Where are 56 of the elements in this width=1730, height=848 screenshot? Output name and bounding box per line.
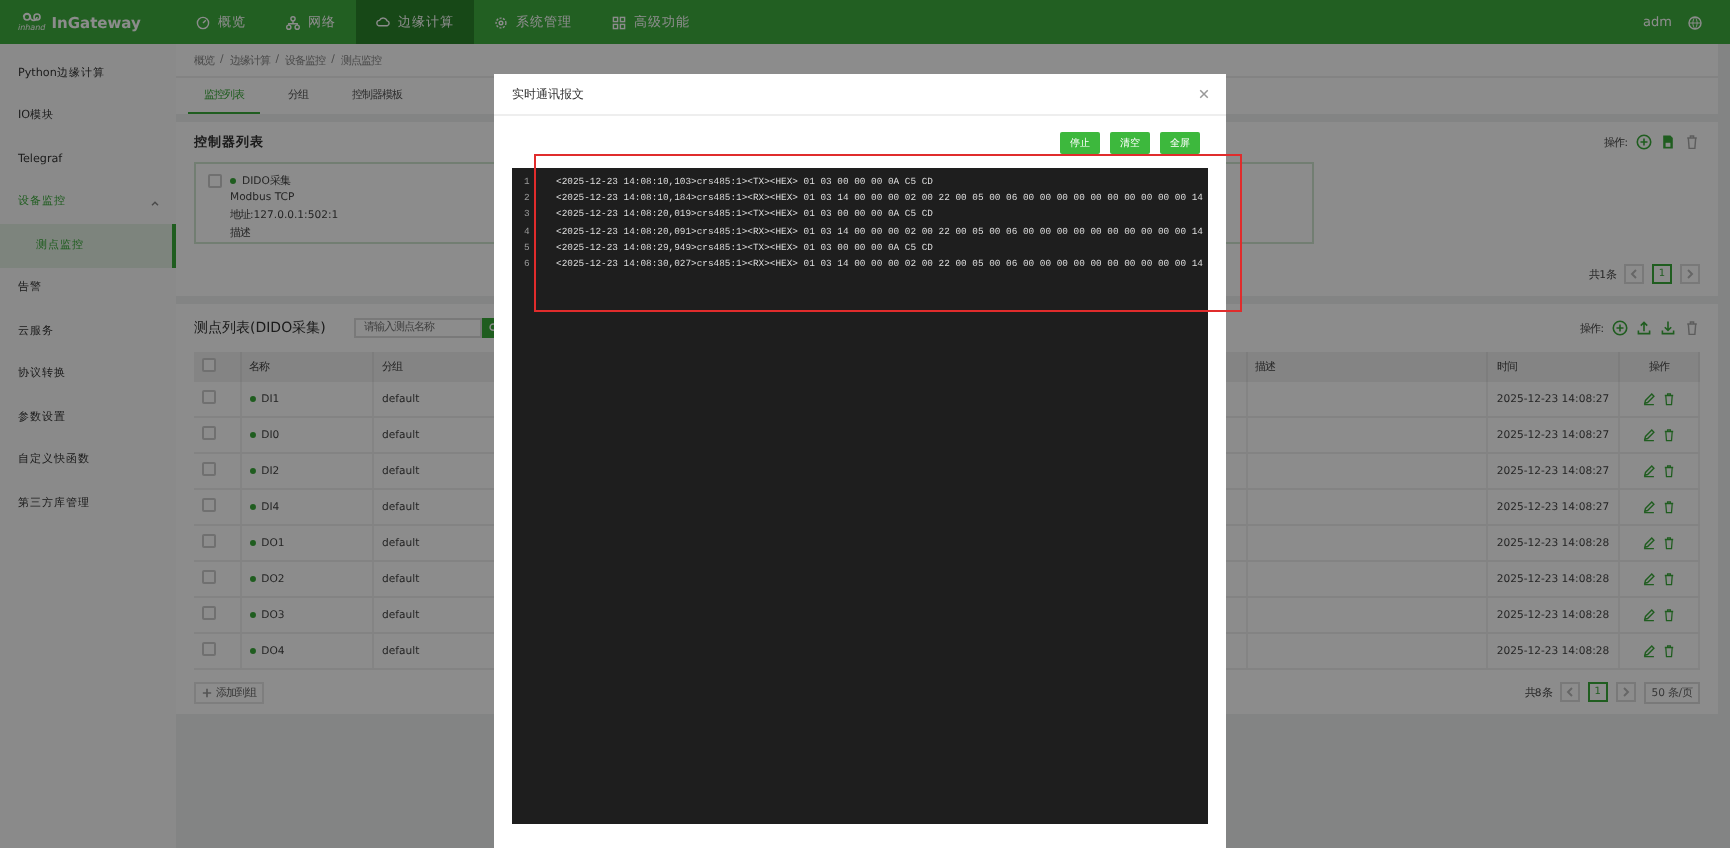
checkbox[interactable] (202, 570, 216, 584)
checkbox[interactable] (202, 606, 216, 620)
checkbox[interactable] (202, 358, 216, 372)
close-icon[interactable] (1198, 88, 1210, 100)
checkbox[interactable] (202, 534, 216, 548)
next-page-button[interactable] (1615, 682, 1636, 702)
edit-icon[interactable] (1641, 464, 1656, 478)
logo-icon (21, 12, 42, 22)
status-dot (249, 467, 256, 473)
status-dot (230, 178, 236, 184)
checkbox[interactable] (202, 462, 216, 476)
edit-icon[interactable] (1641, 428, 1656, 442)
previous-page-button[interactable] (1624, 264, 1644, 284)
add-icon[interactable] (1636, 134, 1652, 150)
grid-icon (612, 15, 626, 29)
status-dot (249, 647, 256, 653)
upload-icon[interactable] (1636, 320, 1652, 336)
delete-icon[interactable] (1661, 392, 1676, 406)
status-dot (249, 575, 256, 581)
delete-icon[interactable] (1684, 320, 1700, 336)
edit-icon[interactable] (1641, 500, 1656, 514)
checkbox[interactable] (202, 426, 216, 440)
status-dot (249, 395, 256, 401)
plus-icon (202, 687, 212, 697)
add-icon[interactable] (1612, 320, 1628, 336)
settings-icon (494, 15, 508, 29)
delete-icon[interactable] (1661, 500, 1676, 514)
edit-icon[interactable] (1641, 392, 1656, 406)
chevron-up-icon (150, 199, 160, 206)
checkbox[interactable] (202, 390, 216, 404)
status-dot (249, 431, 256, 437)
status-dot (249, 611, 256, 617)
delete-icon[interactable] (1661, 608, 1676, 622)
checkbox[interactable] (202, 498, 216, 512)
gauge-icon (196, 15, 210, 29)
previous-page-button[interactable] (1559, 682, 1580, 702)
cloud-icon (376, 15, 390, 29)
checkbox[interactable] (208, 174, 222, 188)
status-dot (249, 539, 256, 545)
edit-icon[interactable] (1641, 536, 1656, 550)
checkbox[interactable] (202, 642, 216, 656)
download-icon[interactable] (1660, 320, 1676, 336)
save-icon[interactable] (1660, 134, 1676, 150)
delete-icon[interactable] (1661, 428, 1676, 442)
delete-icon[interactable] (1661, 572, 1676, 586)
edit-icon[interactable] (1641, 644, 1656, 658)
network-icon (286, 15, 300, 29)
delete-icon[interactable] (1684, 134, 1700, 150)
edit-icon[interactable] (1641, 608, 1656, 622)
edit-icon[interactable] (1641, 572, 1656, 586)
globe-icon[interactable] (1688, 15, 1702, 29)
next-page-button[interactable] (1680, 264, 1700, 284)
delete-icon[interactable] (1661, 464, 1676, 478)
delete-icon[interactable] (1661, 644, 1676, 658)
delete-icon[interactable] (1661, 536, 1676, 550)
status-dot (249, 503, 256, 509)
